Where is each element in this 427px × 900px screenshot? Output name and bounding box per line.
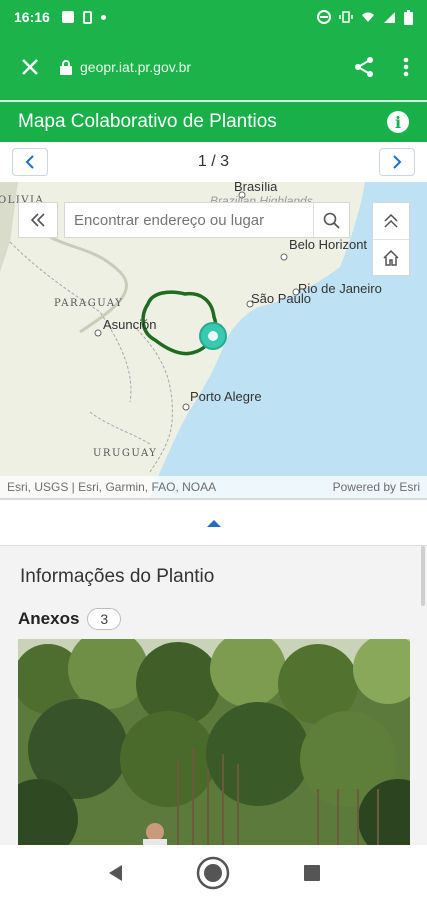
recents-icon[interactable] (303, 864, 321, 882)
home-nav-icon[interactable] (196, 856, 230, 890)
browser-toolbar: geopr.iat.pr.gov.br (0, 34, 427, 100)
previous-button[interactable] (12, 148, 48, 176)
collapse-sidebar-button[interactable] (18, 202, 58, 238)
search-icon (323, 212, 340, 229)
battery-icon (404, 9, 413, 25)
map-label-brasilia: Brasília (234, 182, 278, 194)
info-icon[interactable]: i (387, 111, 409, 133)
map-search (64, 202, 350, 238)
map-attribution: Esri, USGS | Esri, Garmin, FAO, NOAA Pow… (0, 476, 427, 498)
back-icon[interactable] (106, 863, 124, 883)
feature-info-panel: Informações do Plantio Anexos 3 (0, 545, 427, 845)
caret-up-icon (206, 519, 221, 527)
close-tab-button[interactable] (0, 52, 60, 83)
chevron-left-icon (25, 155, 34, 169)
panel-scrollbar[interactable] (421, 546, 425, 606)
app-title: Mapa Colaborativo de Plantios (18, 111, 277, 132)
expand-panel-toggle[interactable] (0, 500, 427, 545)
map-label-asuncion: Asunción (103, 317, 157, 332)
signal-icon (384, 12, 395, 23)
map-label-sao-paulo: São Paulo (251, 291, 311, 306)
gallery-icon (61, 11, 74, 23)
home-button[interactable] (373, 239, 409, 275)
url-text: geopr.iat.pr.gov.br (80, 59, 192, 75)
pager-text: 1 / 3 (197, 153, 230, 170)
map-label-uruguay: URUGUAY (93, 448, 158, 459)
map-label-belo-horizonte: Belo Horizont (289, 237, 368, 252)
collapse-controls-button[interactable] (373, 203, 409, 239)
map-label-porto-alegre: Porto Alegre (190, 389, 262, 404)
attribution-text: Esri, USGS | Esri, Garmin, FAO, NOAA (7, 480, 217, 494)
feature-pager: 1 / 3 (0, 142, 427, 182)
chevron-right-icon (393, 155, 402, 169)
vibrate-icon (339, 11, 353, 23)
home-icon (383, 249, 399, 266)
status-bar: 16:16 (0, 0, 427, 34)
next-button[interactable] (379, 148, 415, 176)
map-view[interactable]: Brasília Brazilian Highlands Belo Horizo… (0, 182, 427, 498)
phone-icon (82, 10, 92, 24)
wifi-icon (362, 12, 374, 22)
attachment-photo[interactable] (18, 639, 410, 845)
attachments-count-badge: 3 (87, 608, 122, 630)
map-controls (372, 202, 410, 276)
app-header: Mapa Colaborativo de Plantios i (0, 100, 427, 142)
double-chevron-left-icon (30, 213, 45, 227)
map-search-button[interactable] (313, 203, 349, 237)
map-search-input[interactable] (65, 203, 313, 237)
notification-dot-icon (100, 14, 106, 20)
attachments-header: Anexos 3 (18, 608, 122, 630)
panel-title: Informações do Plantio (20, 566, 215, 587)
tree-photo (18, 639, 410, 845)
more-options-icon[interactable] (403, 57, 409, 77)
do-not-disturb-icon (317, 10, 331, 24)
double-chevron-up-icon (384, 214, 398, 228)
system-navigation-bar (0, 845, 427, 900)
share-icon[interactable] (353, 56, 375, 78)
map-label-paraguay: PARAGUAY (54, 298, 124, 309)
lock-icon (60, 59, 72, 75)
url-display[interactable]: geopr.iat.pr.gov.br (60, 59, 353, 75)
attachments-label: Anexos (18, 609, 80, 628)
close-icon (22, 58, 38, 75)
powered-by-esri[interactable]: Powered by Esri (333, 480, 420, 494)
status-time: 16:16 (14, 9, 50, 25)
